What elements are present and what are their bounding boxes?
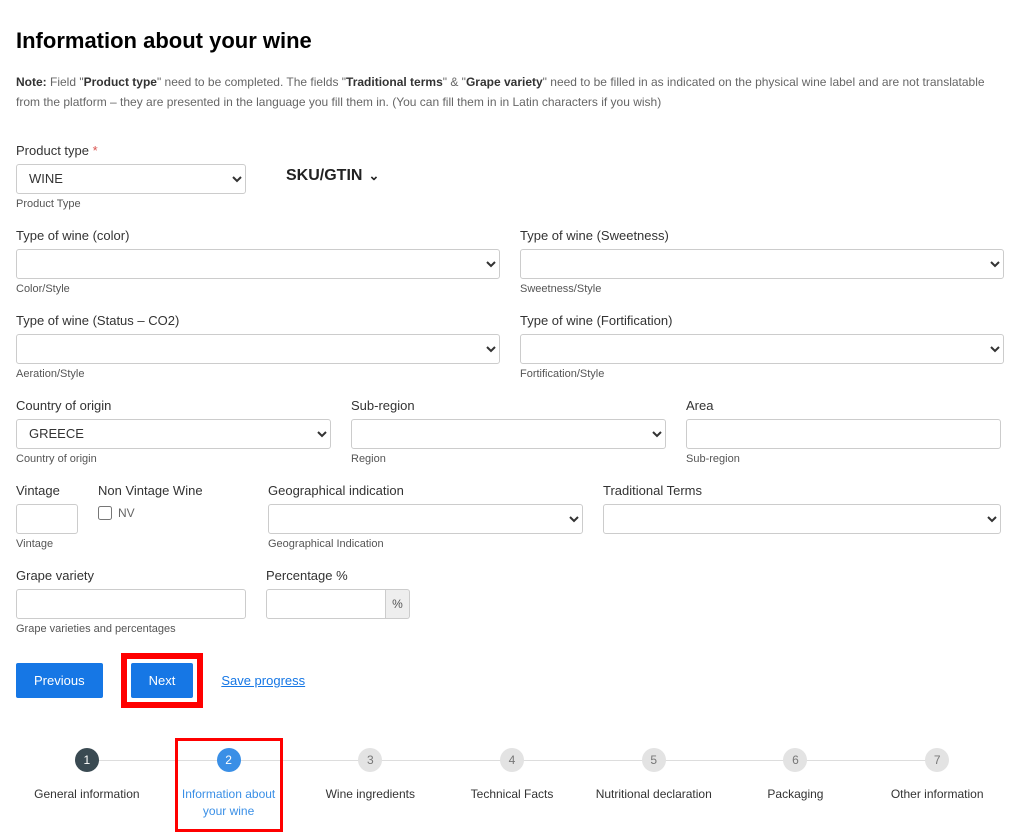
sweetness-select[interactable] — [520, 249, 1004, 279]
percentage-input[interactable] — [266, 589, 386, 619]
area-input[interactable] — [686, 419, 1001, 449]
progress-stepper: 1 General information 2 Information abou… — [16, 748, 1008, 820]
product-type-label: Product type * — [16, 143, 246, 158]
color-label: Type of wine (color) — [16, 228, 500, 243]
note-text: Note: Field "Product type" need to be co… — [16, 72, 996, 113]
next-button[interactable]: Next — [131, 663, 194, 698]
fortification-select[interactable] — [520, 334, 1004, 364]
sku-gtin-toggle[interactable]: SKU/GTIN ⌄ — [286, 167, 379, 185]
color-select[interactable] — [16, 249, 500, 279]
pct-label: Percentage % — [266, 568, 410, 583]
status-select[interactable] — [16, 334, 500, 364]
step-1[interactable]: 1 General information — [16, 748, 158, 803]
step-4[interactable]: 4 Technical Facts — [441, 748, 583, 803]
page-title: Information about your wine — [16, 28, 1008, 54]
gi-label: Geographical indication — [268, 483, 583, 498]
gi-select[interactable] — [268, 504, 583, 534]
next-button-highlight: Next — [121, 653, 204, 708]
vintage-label: Vintage — [16, 483, 78, 498]
fortification-label: Type of wine (Fortification) — [520, 313, 1004, 328]
country-label: Country of origin — [16, 398, 331, 413]
chevron-down-icon: ⌄ — [368, 168, 379, 184]
product-type-select[interactable]: WINE — [16, 164, 246, 194]
subregion-label: Sub-region — [351, 398, 666, 413]
step-2[interactable]: 2 Information about your wine — [158, 748, 300, 820]
percent-icon: % — [386, 589, 410, 619]
step-3[interactable]: 3 Wine ingredients — [299, 748, 441, 803]
subregion-select[interactable] — [351, 419, 666, 449]
step-7[interactable]: 7 Other information — [866, 748, 1008, 803]
grape-input[interactable] — [16, 589, 246, 619]
tt-select[interactable] — [603, 504, 1001, 534]
grape-label: Grape variety — [16, 568, 246, 583]
product-type-helper: Product Type — [16, 198, 246, 210]
step-6[interactable]: 6 Packaging — [725, 748, 867, 803]
vintage-input[interactable] — [16, 504, 78, 534]
sweetness-label: Type of wine (Sweetness) — [520, 228, 1004, 243]
nv-label: Non Vintage Wine — [98, 483, 248, 498]
status-label: Type of wine (Status – CO2) — [16, 313, 500, 328]
nv-cb-label: NV — [118, 506, 135, 520]
tt-label: Traditional Terms — [603, 483, 1001, 498]
previous-button[interactable]: Previous — [16, 663, 103, 698]
country-select[interactable]: GREECE — [16, 419, 331, 449]
area-label: Area — [686, 398, 1001, 413]
save-progress-link[interactable]: Save progress — [221, 673, 305, 688]
step-5[interactable]: 5 Nutritional declaration — [583, 748, 725, 803]
nv-checkbox[interactable] — [98, 506, 112, 520]
